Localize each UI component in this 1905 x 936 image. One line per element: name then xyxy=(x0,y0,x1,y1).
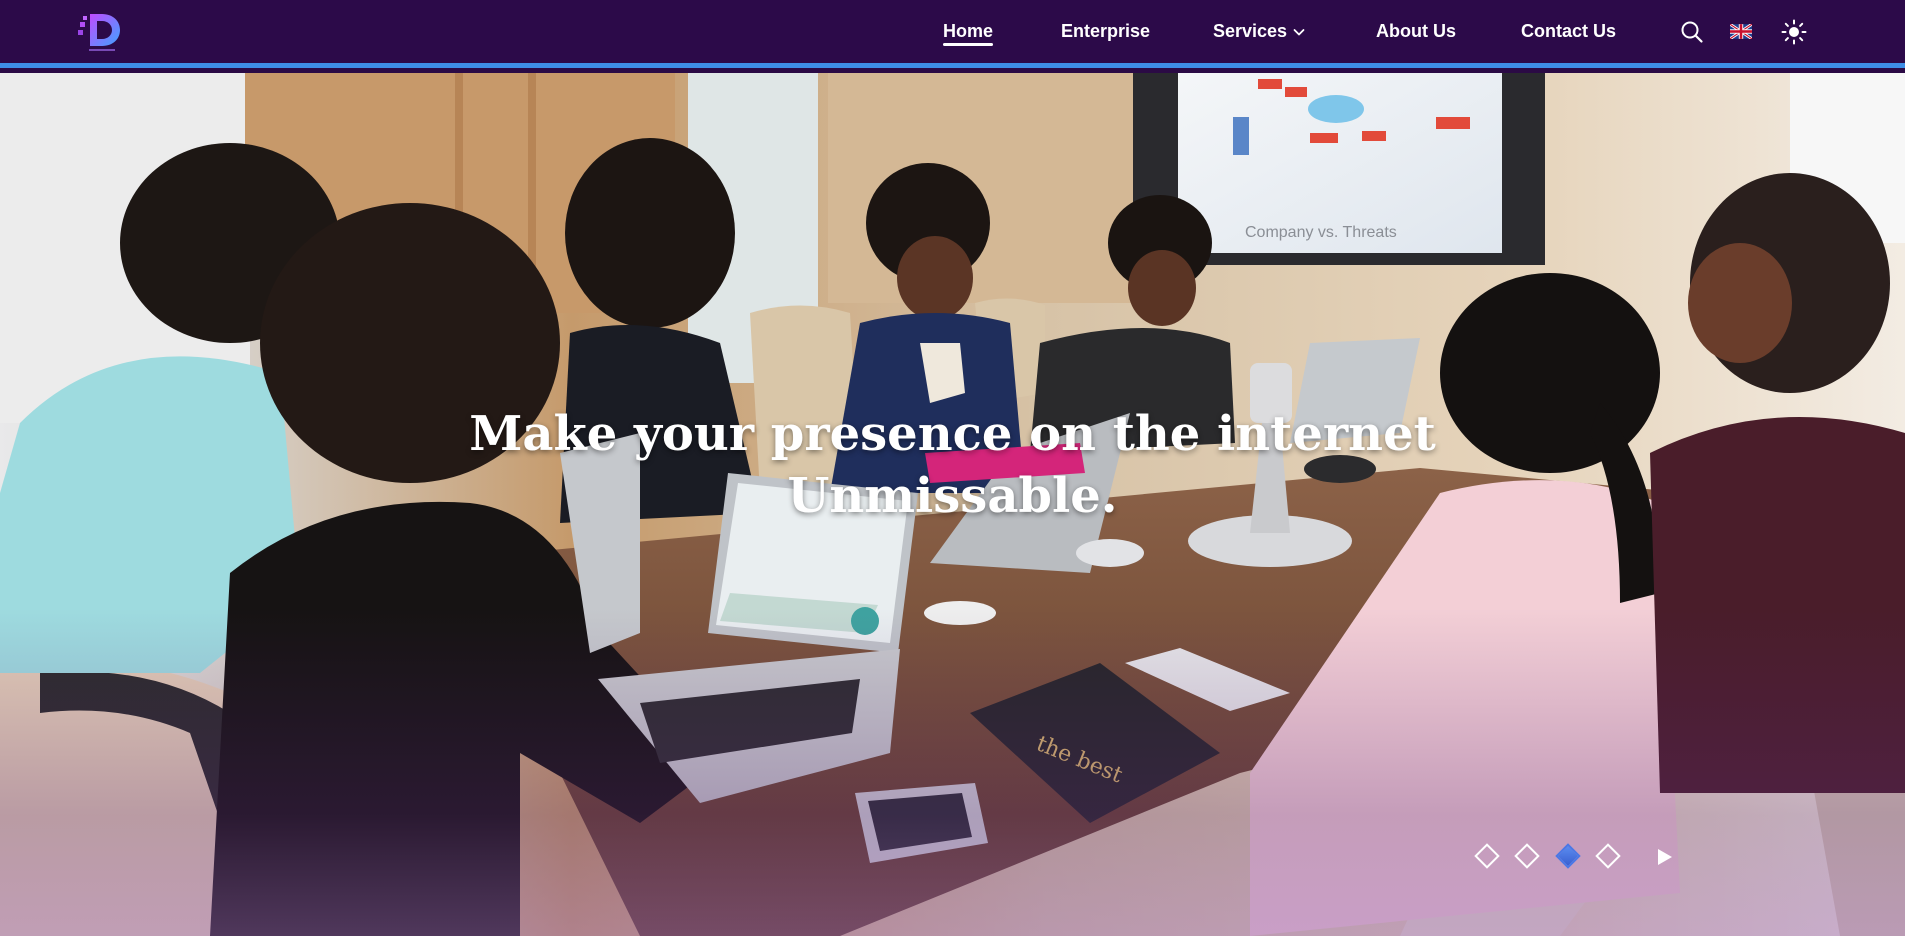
search-icon xyxy=(1681,21,1703,43)
hero-headline-line-2: Unmissable. xyxy=(787,468,1118,524)
nav-contact-link[interactable]: Contact Us xyxy=(1521,0,1616,63)
top-navbar: Home Enterprise Services About Us Contac… xyxy=(0,0,1905,68)
nav-enterprise-link[interactable]: Enterprise xyxy=(1061,0,1150,63)
theme-toggle-button[interactable] xyxy=(1781,19,1807,45)
hero-headline-line-1: Make your presence on the internet xyxy=(469,406,1436,462)
hero-headline: Make your presence on the internet Unmis… xyxy=(0,403,1905,527)
nav-home-link[interactable]: Home xyxy=(943,0,994,63)
language-selector[interactable] xyxy=(1729,22,1753,41)
nav-services-dropdown[interactable]: Services xyxy=(1213,0,1306,63)
nav-about-link[interactable]: About Us xyxy=(1376,0,1456,63)
site-logo[interactable] xyxy=(78,8,126,54)
hero-carousel: Company vs. Threats xyxy=(0,73,1905,936)
chevron-down-icon xyxy=(1293,28,1305,35)
sun-icon xyxy=(1781,19,1807,45)
logo-icon xyxy=(78,14,120,51)
play-icon[interactable] xyxy=(1656,847,1674,867)
uk-flag-icon xyxy=(1729,22,1753,41)
nav-services-label: Services xyxy=(1213,21,1288,41)
search-button[interactable] xyxy=(1680,19,1704,45)
